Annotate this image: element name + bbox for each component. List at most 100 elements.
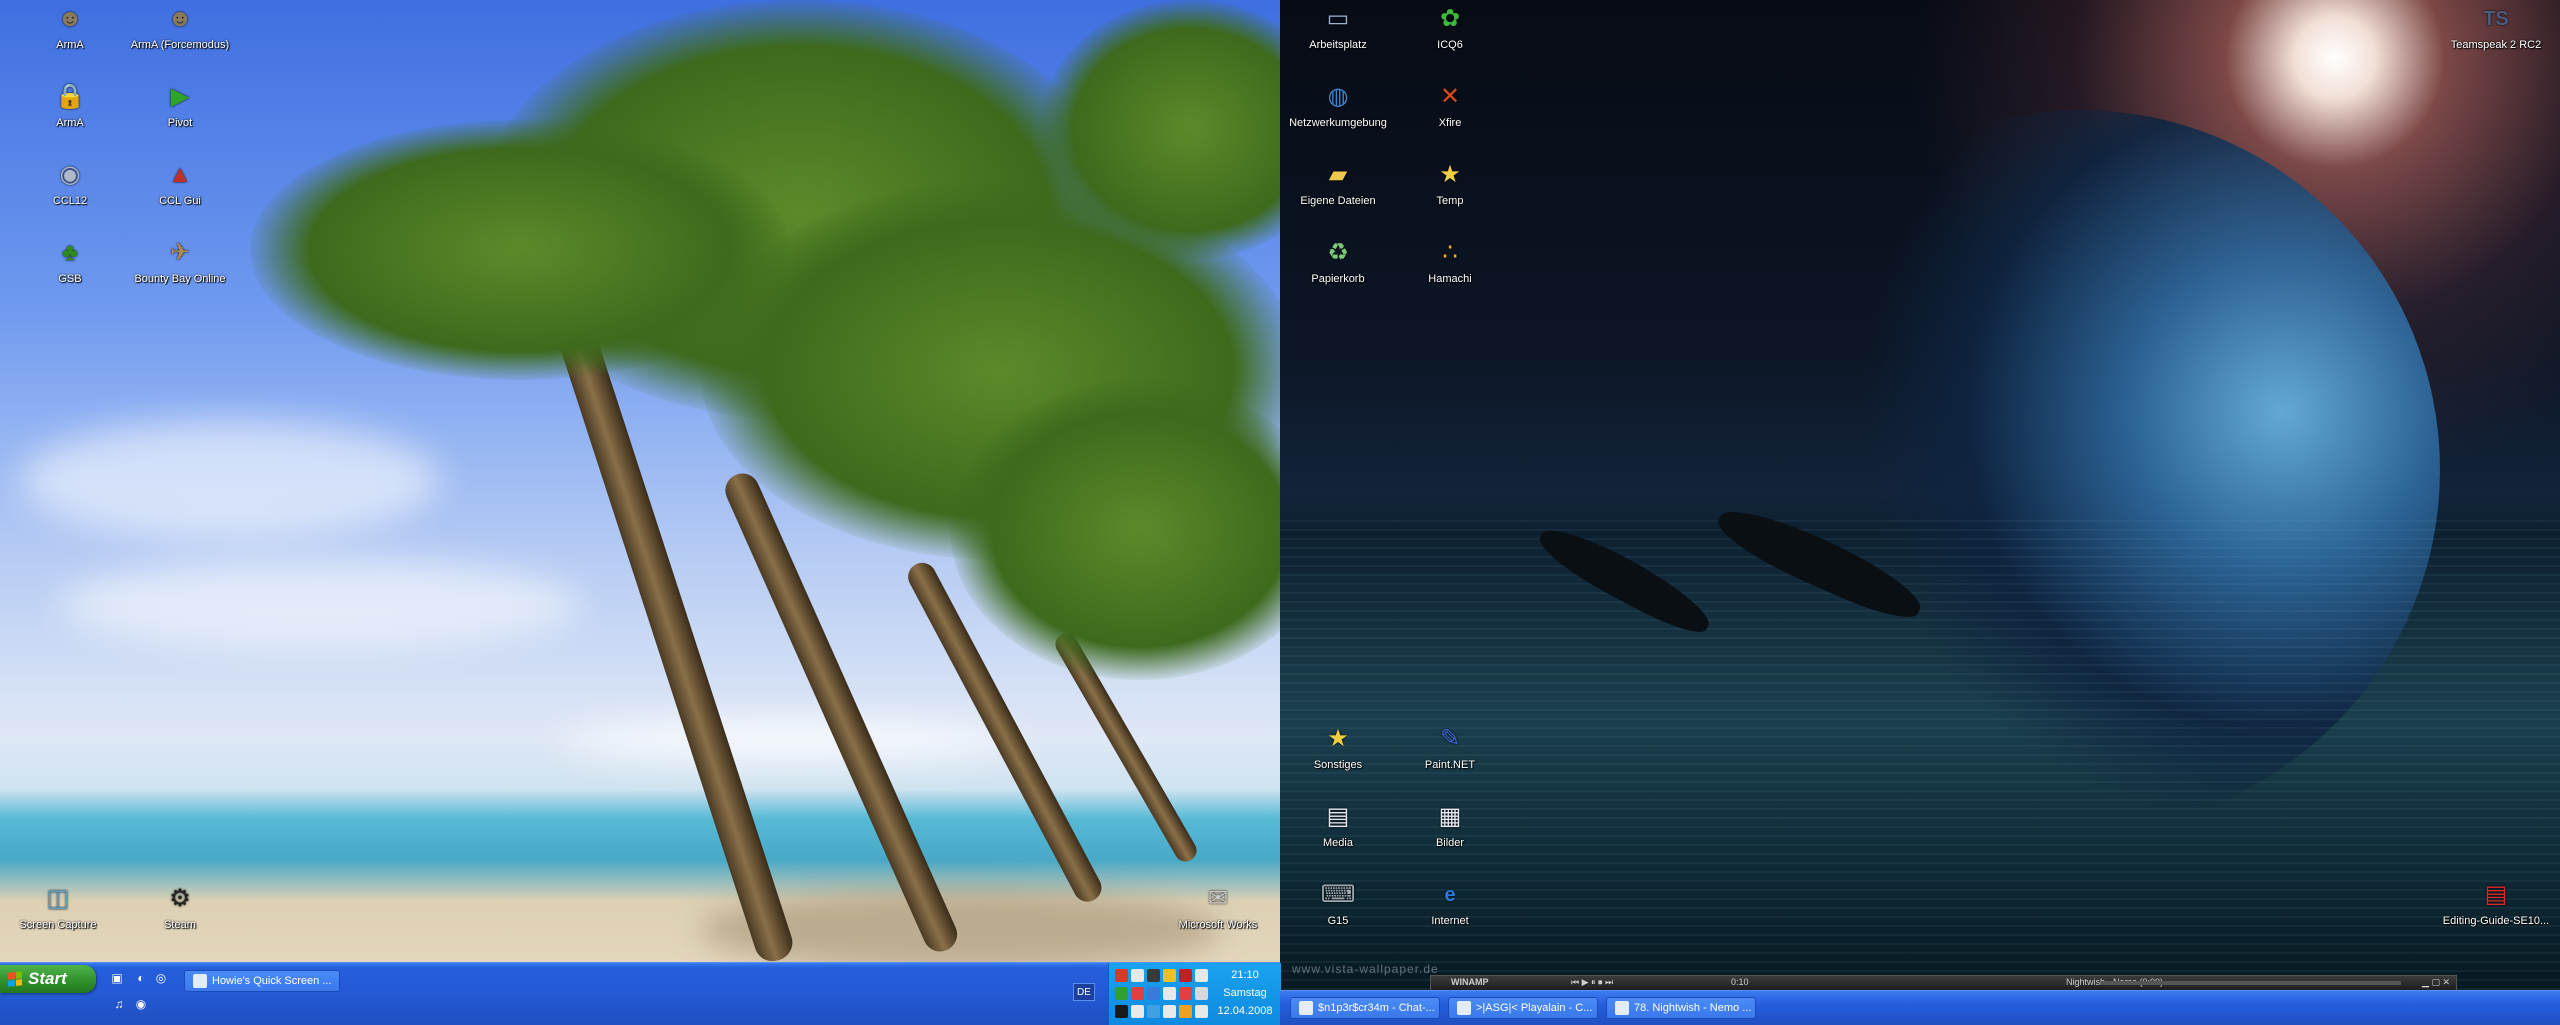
desktop-icon-netzwerk[interactable]: ◍ Netzwerkumgebung (1280, 80, 1396, 129)
desktop-icon-xfire[interactable]: ✕ Xfire (1392, 80, 1508, 129)
tray-app-icon[interactable] (1147, 1005, 1160, 1018)
lock-icon: 🔒 (55, 83, 85, 110)
taskbar-button-label: 78. Nightwish - Nemo ... (1634, 1002, 1752, 1014)
desktop-icon-bounty-bay[interactable]: ✈ Bounty Bay Online (122, 236, 238, 285)
tray-app-icon[interactable] (1131, 987, 1144, 1000)
desktop-icon-paint-net[interactable]: ✎ Paint.NET (1392, 722, 1508, 771)
desktop-icon-icq6[interactable]: ✿ ICQ6 (1392, 2, 1508, 51)
star-icon: ★ (1327, 725, 1349, 752)
windows-logo-icon (8, 971, 22, 987)
tray-app-icon[interactable] (1163, 987, 1176, 1000)
tray-app-icon[interactable] (1147, 987, 1160, 1000)
soldier-icon: ☻ (167, 5, 193, 32)
media-icon[interactable]: ◎ (152, 969, 170, 987)
left-monitor-desktop (0, 0, 1280, 1024)
winamp-icon[interactable]: ♫ (110, 995, 128, 1013)
computer-icon: ▭ (1326, 5, 1350, 32)
desktop-icon-screen-capture[interactable]: ◫ Screen Capture (0, 882, 116, 931)
tray-app-icon[interactable] (1131, 1005, 1144, 1018)
desktop-icon-gsb[interactable]: ♣ GSB (12, 236, 128, 285)
language-indicator[interactable]: DE (1073, 983, 1095, 1001)
tray-app-icon[interactable] (1131, 969, 1144, 982)
wallpaper-palm-beach (0, 0, 1280, 1024)
desktop-icon-steam[interactable]: ⚙ Steam (122, 882, 238, 931)
winamp-title: WINAMP (1451, 977, 1489, 987)
taskbar-button[interactable]: >|ASG|< Playalain - C... (1448, 997, 1598, 1019)
desktop-icon-label: GSB (58, 273, 82, 285)
tray-app-icon[interactable] (1115, 969, 1128, 982)
start-button[interactable]: Start (0, 965, 96, 993)
winamp-window-controls[interactable]: ▁ ▢ ✕ (2422, 977, 2450, 988)
tray-app-icon[interactable] (1179, 1005, 1192, 1018)
desktop-icon-temp[interactable]: ★ Temp (1392, 158, 1508, 207)
camera-icon: ◫ (46, 885, 70, 912)
firefox-icon[interactable]: ◐ (132, 969, 150, 987)
tray-app-icon[interactable] (1163, 1005, 1176, 1018)
disc-icon: ◉ (59, 161, 81, 188)
xfire-icon: ✕ (1439, 83, 1461, 110)
desktop-icon-eigene-dateien[interactable]: ▰ Eigene Dateien (1280, 158, 1396, 207)
desktop-icon-label: Teamspeak 2 RC2 (2450, 39, 2542, 51)
system-tray: 21:10 Samstag 12.04.2008 (1108, 963, 1281, 1025)
desktop-icon-label: Microsoft Works (1178, 919, 1258, 931)
desktop-icon-label: CCL Gui (159, 195, 201, 207)
taskbar-button-label: Howie's Quick Screen ... (212, 975, 332, 987)
start-label: Start (28, 969, 67, 988)
chat-icon (1299, 1001, 1313, 1015)
desktop-icon-arma[interactable]: ☻ ArmA (12, 2, 128, 51)
desktop-icon-pivot[interactable]: ▶ Pivot (122, 80, 238, 129)
tray-app-icon[interactable] (1195, 969, 1208, 982)
clock-time[interactable]: 21:10 (1215, 969, 1275, 981)
desktop-icon-label: CCL12 (52, 195, 88, 207)
tray-app-icon[interactable] (1179, 969, 1192, 982)
desktop-icon-label: G15 (1327, 915, 1349, 927)
desktop-icon-microsoft-works[interactable]: ✉ Microsoft Works (1160, 882, 1276, 931)
desktop-icon-hamachi[interactable]: ∴ Hamachi (1392, 236, 1508, 285)
desktop-icon-arma-forcemode[interactable]: ☻ ArmA (Forcemodus) (122, 2, 238, 51)
star-icon: ★ (1439, 161, 1461, 188)
winamp-seekbar[interactable] (2101, 981, 2401, 985)
taskbar-button[interactable]: 78. Nightwish - Nemo ... (1606, 997, 1756, 1019)
document-icon: ▤ (1326, 803, 1350, 830)
desktop-icon-teamspeak[interactable]: TS Teamspeak 2 RC2 (2438, 2, 2554, 51)
desktop-icon-bilder[interactable]: ▦ Bilder (1392, 800, 1508, 849)
desktop-icon-g15[interactable]: ⌨ G15 (1280, 878, 1396, 927)
taskbar-button-label: >|ASG|< Playalain - C... (1476, 1002, 1593, 1014)
steam-icon: ⚙ (169, 885, 191, 912)
desktop-icon-label: Internet (1431, 915, 1469, 927)
disc-icon[interactable]: ◉ (132, 995, 150, 1013)
keyboard-icon: ⌨ (1320, 881, 1356, 908)
desktop-icon-ccl[interactable]: ◉ CCL12 (12, 158, 128, 207)
desktop-icon-arma2[interactable]: 🔒 ArmA (12, 80, 128, 129)
desktop-icon-internet[interactable]: e Internet (1392, 878, 1508, 927)
winamp-controls[interactable]: ⏮ ▶ ⏸ ⏹ ⏭ (1571, 977, 1613, 988)
desktop-icon-label: Media (1323, 837, 1353, 849)
tray-app-icon[interactable] (1163, 969, 1176, 982)
desktop-icon-ccl-ui[interactable]: ▲ CCL Gui (122, 158, 238, 207)
winamp-icon (1615, 1001, 1629, 1015)
desktop-icon-label: Bounty Bay Online (134, 273, 226, 285)
desktop-icon[interactable]: ▣ (108, 969, 126, 987)
tray-app-icon[interactable] (1115, 1005, 1128, 1018)
taskbar-button[interactable]: $n1p3r$cr34m - Chat-... (1290, 997, 1440, 1019)
network-icon: ◍ (1327, 83, 1349, 110)
desktop-icon-sonstiges[interactable]: ★ Sonstiges (1280, 722, 1396, 771)
paint-icon: ✎ (1439, 725, 1461, 752)
winamp-time: 0:10 (1731, 977, 1749, 987)
folder-icon: ▰ (1328, 161, 1348, 188)
desktop-icon-media[interactable]: ▤ Media (1280, 800, 1396, 849)
desktop-icon-label: ArmA (56, 39, 84, 51)
desktop-icon-label: Papierkorb (1311, 273, 1365, 285)
tray-app-icon[interactable] (1195, 987, 1208, 1000)
tray-app-icon[interactable] (1147, 969, 1160, 982)
camera-icon (193, 974, 207, 988)
taskbar-button[interactable]: Howie's Quick Screen ... (184, 970, 340, 992)
tray-app-icon[interactable] (1115, 987, 1128, 1000)
desktop-icon-papierkorb[interactable]: ♻ Papierkorb (1280, 236, 1396, 285)
tray-app-icon[interactable] (1179, 987, 1192, 1000)
desktop-icon-editing-guide[interactable]: ▤ Editing-Guide-SE10... (2438, 878, 2554, 927)
desktop-icon-arbeitsplatz[interactable]: ▭ Arbeitsplatz (1280, 2, 1396, 51)
desktop-icon-label: Xfire (1438, 117, 1462, 129)
desktop-icon-label: Steam (164, 919, 196, 931)
tray-app-icon[interactable] (1195, 1005, 1208, 1018)
